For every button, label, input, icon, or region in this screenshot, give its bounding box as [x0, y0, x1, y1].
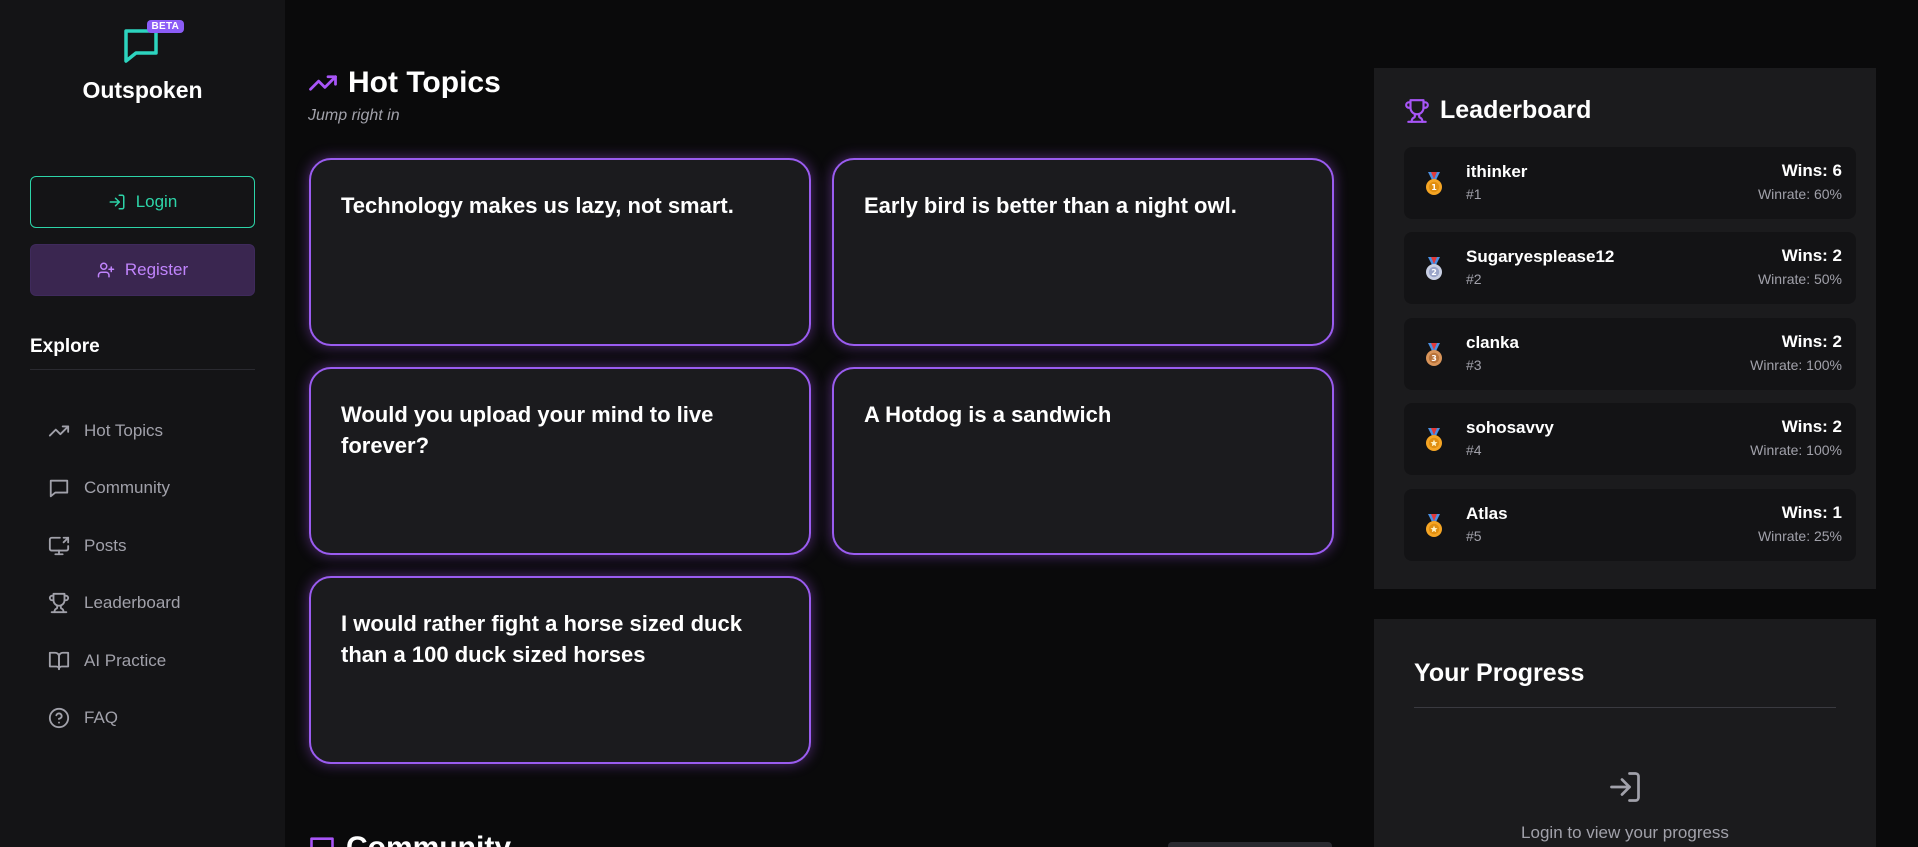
leaderboard-row[interactable]: 1 ithinker #1 Wins: 6 Winrate: 60%: [1404, 147, 1856, 219]
progress-panel: Your Progress Login to view your progres…: [1374, 619, 1876, 847]
sidebar-item-leaderboard[interactable]: Leaderboard: [48, 575, 180, 633]
svg-text:1: 1: [1431, 183, 1437, 192]
svg-text:3: 3: [1431, 354, 1437, 363]
leaderboard-row[interactable]: 3 clanka #3 Wins: 2 Winrate: 100%: [1404, 318, 1856, 390]
explore-divider: [30, 369, 255, 370]
hot-topics-subtitle: Jump right in: [308, 107, 400, 124]
hot-topics-title: Hot Topics: [348, 66, 501, 99]
sidebar-item-label: FAQ: [84, 708, 119, 728]
progress-divider: [1414, 707, 1836, 708]
leaderboard-panel: Leaderboard 1 ithinker #1 Wins: 6 Winrat…: [1374, 68, 1876, 589]
community-title: Community: [346, 833, 511, 847]
leaderboard-row[interactable]: sohosavvy #4 Wins: 2 Winrate: 100%: [1404, 403, 1856, 475]
player-wins: Wins: 2: [1781, 246, 1842, 265]
player-winrate: Winrate: 100%: [1750, 442, 1842, 458]
topic-text: Would you upload your mind to live forev…: [341, 402, 714, 458]
chat-bubble-logo-icon: BETA: [121, 18, 185, 66]
player-wins: Wins: 1: [1781, 503, 1842, 522]
progress-title: Your Progress: [1414, 659, 1585, 687]
player-winrate: Winrate: 60%: [1757, 186, 1842, 202]
sidebar-item-hot-topics[interactable]: Hot Topics: [48, 402, 180, 460]
sidebar-item-community[interactable]: Community: [48, 460, 180, 518]
topic-card[interactable]: A Hotdog is a sandwich: [832, 367, 1334, 555]
topic-card[interactable]: I would rather fight a horse sized duck …: [309, 576, 811, 764]
sidebar-item-label: Community: [84, 478, 170, 498]
sidebar-nav: Hot Topics Community Posts Leaderboard A…: [48, 402, 180, 747]
sidebar-item-faq[interactable]: FAQ: [48, 690, 180, 748]
sidebar-item-label: AI Practice: [84, 650, 167, 670]
topic-text: A Hotdog is a sandwich: [864, 402, 1112, 427]
chat-icon: [310, 837, 334, 847]
app-name: Outspoken: [82, 77, 203, 103]
player-rank: #2: [1466, 271, 1482, 287]
trophy-icon: [48, 593, 70, 614]
leaderboard-header: Leaderboard: [1404, 96, 1591, 125]
leaderboard-title: Leaderboard: [1440, 96, 1592, 124]
player-rank: #5: [1466, 528, 1482, 544]
help-circle-icon: [48, 708, 70, 729]
player-rank: #4: [1466, 442, 1482, 458]
topic-card[interactable]: Early bird is better than a night owl.: [832, 158, 1334, 346]
login-icon[interactable]: [1607, 769, 1643, 805]
player-name: ithinker: [1466, 162, 1528, 181]
leaderboard-row[interactable]: 2 Sugaryesplease12 #2 Wins: 2 Winrate: 5…: [1404, 232, 1856, 304]
explore-heading: Explore: [30, 336, 100, 357]
gold-medal-icon: 1: [1426, 172, 1442, 195]
sidebar: BETA Outspoken Login Register Explore Ho…: [0, 0, 285, 847]
svg-text:2: 2: [1431, 268, 1437, 277]
beta-badge: BETA: [146, 20, 185, 33]
login-button[interactable]: Login: [30, 176, 255, 228]
login-label: Login: [135, 192, 178, 211]
community-action-button[interactable]: [1168, 842, 1332, 847]
player-wins: Wins: 6: [1781, 161, 1842, 180]
sidebar-item-label: Leaderboard: [84, 593, 181, 613]
topic-card[interactable]: Would you upload your mind to live forev…: [309, 367, 811, 555]
player-winrate: Winrate: 100%: [1750, 357, 1842, 373]
player-rank: #1: [1466, 186, 1482, 202]
topic-card[interactable]: Technology makes us lazy, not smart.: [309, 158, 811, 346]
player-name: Sugaryesplease12: [1466, 247, 1615, 266]
book-icon: [48, 651, 70, 670]
leaderboard-row[interactable]: Atlas #5 Wins: 1 Winrate: 25%: [1404, 489, 1856, 561]
sidebar-item-posts[interactable]: Posts: [48, 517, 180, 575]
sidebar-item-label: Posts: [84, 535, 127, 555]
community-header: Community: [308, 833, 511, 847]
trending-up-icon: [309, 75, 337, 91]
player-wins: Wins: 2: [1781, 332, 1842, 351]
monitor-share-icon: [48, 536, 70, 555]
player-winrate: Winrate: 25%: [1757, 528, 1842, 544]
silver-medal-icon: 2: [1426, 257, 1442, 280]
progress-login-message: Login to view your progress: [1521, 823, 1729, 842]
trophy-icon: [1405, 98, 1429, 123]
topic-text: I would rather fight a horse sized duck …: [341, 611, 742, 667]
trending-up-icon: [48, 425, 70, 437]
logo[interactable]: BETA Outspoken: [0, 18, 285, 104]
medal-icon: [1426, 514, 1442, 537]
login-icon: [109, 194, 125, 210]
player-rank: #3: [1466, 357, 1482, 373]
sidebar-item-ai-practice[interactable]: AI Practice: [48, 632, 180, 690]
bronze-medal-icon: 3: [1426, 343, 1442, 366]
hot-topics-header: Hot Topics: [308, 66, 501, 100]
player-name: sohosavvy: [1466, 418, 1554, 437]
medal-icon: [1426, 428, 1442, 451]
register-button[interactable]: Register: [30, 244, 255, 296]
user-plus-icon: [97, 262, 115, 278]
chat-icon: [49, 480, 69, 498]
topic-text: Early bird is better than a night owl.: [864, 193, 1237, 218]
player-name: Atlas: [1466, 504, 1508, 523]
player-wins: Wins: 2: [1781, 417, 1842, 436]
player-winrate: Winrate: 50%: [1757, 271, 1842, 287]
register-label: Register: [124, 260, 189, 279]
player-name: clanka: [1466, 333, 1519, 352]
sidebar-item-label: Hot Topics: [84, 420, 164, 440]
topic-text: Technology makes us lazy, not smart.: [341, 193, 734, 218]
